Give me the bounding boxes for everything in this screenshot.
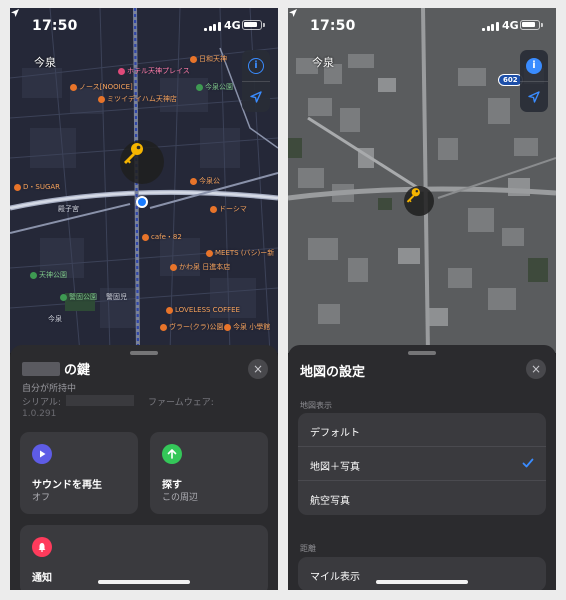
card-title: 探す: [162, 480, 182, 491]
key-pin[interactable]: [120, 140, 164, 184]
owner-status: 自分が所持中: [22, 384, 77, 394]
key-icon: [124, 143, 143, 164]
item-sheet: の鍵 × 自分が所持中 シリアル: ファームウェア: 1.0.291 サウンドを…: [10, 345, 278, 590]
map-poi[interactable]: ドーシマ: [210, 204, 247, 214]
map-poi[interactable]: cafe・82: [142, 232, 182, 242]
info-button[interactable]: i: [526, 58, 542, 74]
battery-icon: [520, 20, 543, 30]
map-poi[interactable]: 日和天神: [190, 54, 227, 64]
card-subtitle: この周辺: [162, 493, 199, 503]
map-poi[interactable]: ノース[NOOICE]: [70, 82, 133, 92]
map-poi[interactable]: 天神公園: [30, 270, 67, 280]
map-poi[interactable]: ミツイデイハム天神店: [98, 94, 177, 104]
item-title: の鍵: [22, 359, 90, 378]
serial-label: シリアル:: [22, 398, 61, 408]
play-sound-card[interactable]: サウンドを再生 オフ: [20, 432, 138, 514]
status-bar: 17:50 4G: [10, 8, 278, 44]
location-arrow-icon: [289, 9, 297, 17]
map-poi[interactable]: 警固児: [106, 292, 127, 302]
status-time: 17:50: [310, 18, 356, 34]
option-default[interactable]: デフォルト: [298, 413, 546, 447]
key-icon: [406, 188, 420, 203]
route-badge: 602: [498, 74, 523, 86]
home-indicator[interactable]: [376, 580, 468, 584]
sheet-grabber[interactable]: [408, 351, 436, 355]
map-poi[interactable]: 今泉公園: [196, 82, 233, 92]
map-controls: i: [242, 50, 270, 112]
divider: [242, 81, 270, 82]
key-pin[interactable]: [404, 186, 434, 216]
card-title: 通知: [32, 573, 52, 584]
signal-icon: [204, 21, 221, 31]
section-header-distance: 距離: [300, 544, 316, 553]
distance-group: マイル表示: [298, 557, 546, 590]
network-type: 4G: [224, 19, 241, 32]
battery-icon: [242, 20, 265, 30]
map-poi[interactable]: 殿子宮: [58, 204, 79, 214]
arrow-up-icon: [162, 444, 182, 464]
option-miles[interactable]: マイル表示: [298, 557, 546, 590]
location-arrow-icon: [11, 9, 19, 17]
network-type: 4G: [502, 19, 519, 32]
location-button[interactable]: [249, 90, 263, 104]
firmware-label: ファームウェア:: [148, 398, 214, 408]
firmware-value: 1.0.291: [22, 409, 57, 419]
map-poi[interactable]: 警固公園: [60, 292, 97, 302]
divider: [520, 81, 548, 82]
home-indicator[interactable]: [98, 580, 190, 584]
area-label: 今泉: [34, 56, 56, 69]
option-satellite[interactable]: 航空写真: [298, 481, 546, 515]
close-button[interactable]: ×: [248, 359, 268, 379]
map-settings-sheet: 地図の設定 × 地図表示 デフォルト 地図＋写真 航空写真 距離 マイル表示: [288, 345, 556, 590]
map-poi[interactable]: MEETS (バシ)ー新: [206, 248, 274, 258]
map-poi[interactable]: ヴラー(クラ)公園: [160, 322, 223, 332]
play-icon: [32, 444, 52, 464]
map-poi[interactable]: 今泉公: [190, 176, 220, 186]
checkmark-icon: [522, 458, 534, 468]
close-button[interactable]: ×: [526, 359, 546, 379]
left-screen: 17:50 4G 今泉 ホテル天神プレイス 日和天神 ノース[NOOICE] ミ…: [10, 8, 278, 590]
map-poi[interactable]: ホテル天神プレイス: [118, 66, 190, 76]
sheet-grabber[interactable]: [130, 351, 158, 355]
map-poi[interactable]: かわ泉 日進本店: [170, 262, 230, 272]
card-subtitle: オフ: [32, 493, 51, 503]
location-button[interactable]: [527, 90, 541, 104]
current-location-dot: [136, 196, 148, 208]
map-poi[interactable]: 今泉: [48, 314, 62, 324]
signal-icon: [482, 21, 499, 31]
bell-icon: [32, 537, 52, 557]
map-poi[interactable]: 今泉 小學館: [224, 322, 270, 332]
sheet-title: 地図の設定: [300, 365, 366, 380]
satellite-map[interactable]: 17:50 4G 今泉 602 i: [288, 8, 556, 353]
map-poi[interactable]: D・SUGAR: [14, 182, 60, 192]
redacted-name: [22, 361, 60, 376]
area-label: 今泉: [312, 56, 334, 69]
map-controls: i: [520, 50, 548, 112]
map-type-group: デフォルト 地図＋写真 航空写真: [298, 413, 546, 515]
map-poi[interactable]: LOVELESS COFFEE: [166, 306, 240, 314]
section-header-map: 地図表示: [300, 401, 332, 410]
info-button[interactable]: i: [248, 58, 264, 74]
status-time: 17:50: [32, 18, 78, 34]
right-screen: 17:50 4G 今泉 602 i 地図の設定 × 地図表示 デフォルト 地図＋…: [288, 8, 556, 590]
serial-redacted: [66, 395, 134, 406]
card-title: サウンドを再生: [32, 480, 102, 491]
option-map-photo[interactable]: 地図＋写真: [298, 447, 546, 481]
dark-map[interactable]: 17:50 4G 今泉 ホテル天神プレイス 日和天神 ノース[NOOICE] ミ…: [10, 8, 278, 353]
status-bar: 17:50 4G: [288, 8, 556, 44]
find-card[interactable]: 探す この周辺: [150, 432, 268, 514]
